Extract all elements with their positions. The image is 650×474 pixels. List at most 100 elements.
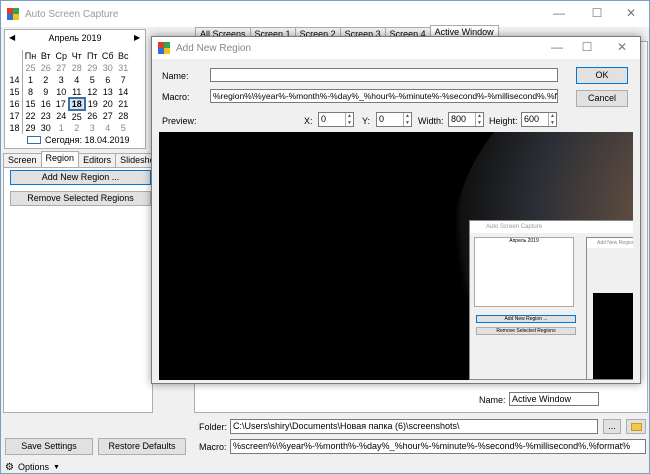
chevron-down-icon[interactable]: ▼: [53, 464, 60, 471]
dialog-name-field[interactable]: [210, 68, 558, 82]
cancel-button[interactable]: Cancel: [576, 90, 628, 107]
week-number: 18: [7, 122, 23, 134]
calendar-day[interactable]: 29: [85, 62, 101, 74]
calendar-day[interactable]: 5: [85, 74, 101, 86]
maximize-button[interactable]: ☐: [579, 1, 615, 27]
folder-field[interactable]: C:\Users\shiry\Documents\Новая папка (6)…: [230, 419, 598, 434]
weekday-header: Ср: [55, 51, 67, 61]
dialog-macro-field[interactable]: %region%\%year%-%month%-%day%_%hour%-%mi…: [210, 89, 558, 103]
browse-folder-button[interactable]: ...: [603, 419, 621, 434]
options-menu[interactable]: Options: [18, 462, 49, 472]
calendar-day[interactable]: 9: [38, 86, 54, 98]
calendar-day[interactable]: 1: [23, 74, 39, 86]
calendar-day[interactable]: 4: [100, 122, 116, 134]
weekday-header: Чт: [71, 51, 82, 61]
calendar-day[interactable]: 25: [23, 62, 39, 74]
calendar-day[interactable]: 12: [85, 86, 101, 98]
calendar-day[interactable]: 28: [116, 110, 132, 122]
calendar-day[interactable]: 28: [69, 62, 85, 74]
thumbnail-title: Auto Screen Capture: [470, 221, 633, 233]
y-label: Y:: [362, 116, 371, 126]
width-spin-icon[interactable]: ▲ ▼: [475, 113, 483, 126]
region-preview: Auto Screen Capture Апрель 2019 Add New …: [159, 132, 633, 380]
dialog-macro-label: Macro:: [162, 92, 190, 102]
dialog-app-icon: [158, 42, 170, 54]
calendar-day[interactable]: 19: [85, 98, 101, 110]
y-stepper[interactable]: 0 ▲ ▼: [376, 112, 412, 127]
next-month-icon[interactable]: ▶: [134, 33, 140, 42]
preview-label: Preview:: [162, 116, 197, 126]
calendar-month-label[interactable]: Апрель 2019: [5, 33, 145, 45]
height-stepper[interactable]: 600 ▲ ▼: [521, 112, 557, 127]
width-stepper[interactable]: 800 ▲ ▼: [448, 112, 484, 127]
status-bar: ⚙ Options ▼: [1, 460, 649, 473]
save-settings-button[interactable]: Save Settings: [5, 438, 93, 455]
calendar-day[interactable]: 10: [54, 86, 70, 98]
bottom-name-field[interactable]: Active Window: [509, 392, 599, 406]
dialog-minimize-button[interactable]: —: [542, 35, 572, 61]
calendar-day[interactable]: 5: [116, 122, 132, 134]
calendar-day[interactable]: 3: [85, 122, 101, 134]
thumbnail-calendar: Апрель 2019: [474, 237, 574, 307]
height-spin-icon[interactable]: ▲ ▼: [548, 113, 556, 126]
month-calendar[interactable]: ◀ Апрель 2019 ▶ Пн Вт Ср Чт Пт Сб Вс 25 26 27 28 2…: [4, 29, 146, 149]
calendar-day[interactable]: 22: [23, 110, 39, 122]
calendar-day[interactable]: 30: [38, 122, 54, 134]
tab-editors[interactable]: Editors: [78, 153, 117, 167]
add-new-region-button[interactable]: Add New Region ...: [10, 170, 151, 185]
calendar-day[interactable]: 3: [54, 74, 70, 86]
calendar-day[interactable]: 18: [68, 97, 86, 111]
calendar-day[interactable]: 27: [54, 62, 70, 74]
calendar-day[interactable]: 16: [38, 98, 54, 110]
x-label: X:: [304, 116, 313, 126]
calendar-day[interactable]: 13: [100, 86, 116, 98]
weekday-header: Пн: [24, 51, 37, 61]
restore-defaults-button[interactable]: Restore Defaults: [98, 438, 186, 455]
calendar-day[interactable]: 6: [100, 74, 116, 86]
minimize-button[interactable]: —: [541, 1, 577, 27]
height-value: 600: [524, 114, 540, 124]
calendar-day[interactable]: 20: [100, 98, 116, 110]
today-marker-icon: [27, 136, 41, 144]
calendar-day[interactable]: 26: [85, 110, 101, 122]
calendar-day[interactable]: 23: [38, 110, 54, 122]
x-spin-icon[interactable]: ▲ ▼: [345, 113, 353, 126]
calendar-day[interactable]: 21: [116, 98, 132, 110]
thumbnail-remove-button: Remove Selected Regions: [476, 327, 576, 335]
week-number: 16: [7, 98, 23, 110]
remove-selected-regions-button[interactable]: Remove Selected Regions: [10, 191, 151, 206]
x-stepper[interactable]: 0 ▲ ▼: [318, 112, 354, 127]
calendar-day[interactable]: 8: [23, 86, 39, 98]
calendar-day[interactable]: 27: [100, 110, 116, 122]
calendar-day[interactable]: 14: [116, 86, 132, 98]
calendar-day[interactable]: 24: [54, 110, 70, 122]
calendar-day[interactable]: 2: [69, 122, 85, 134]
gear-icon[interactable]: ⚙: [5, 462, 14, 473]
calendar-day[interactable]: 31: [116, 62, 132, 74]
calendar-day[interactable]: 15: [23, 98, 39, 110]
dialog-close-button[interactable]: ✕: [607, 35, 637, 61]
calendar-day[interactable]: 4: [69, 74, 85, 86]
calendar-day[interactable]: 26: [38, 62, 54, 74]
tab-region[interactable]: Region: [40, 151, 80, 167]
calendar-day[interactable]: 7: [116, 74, 132, 86]
macro-field[interactable]: %screen%\%year%-%month%-%day%_%hour%-%mi…: [230, 439, 646, 454]
y-spin-icon[interactable]: ▲ ▼: [403, 113, 411, 126]
today-link[interactable]: Сегодня: 18.04.2019: [27, 135, 130, 145]
week-number: 15: [7, 86, 23, 98]
calendar-day[interactable]: 30: [100, 62, 116, 74]
calendar-day[interactable]: 11: [69, 86, 85, 98]
dialog-maximize-button[interactable]: ☐: [572, 35, 602, 61]
calendar-day[interactable]: 2: [38, 74, 54, 86]
open-folder-button[interactable]: [626, 419, 646, 434]
calendar-day[interactable]: 29: [23, 122, 39, 134]
calendar-day[interactable]: 25: [69, 110, 85, 122]
calendar-day[interactable]: 1: [54, 122, 70, 134]
tab-screen[interactable]: Screen: [3, 153, 42, 167]
y-value: 0: [379, 114, 385, 124]
today-label: Сегодня: 18.04.2019: [45, 135, 130, 145]
ok-button[interactable]: OK: [576, 67, 628, 84]
weekday-header: Вс: [117, 51, 129, 61]
calendar-day[interactable]: 17: [54, 98, 70, 110]
close-button[interactable]: ✕: [613, 1, 649, 27]
